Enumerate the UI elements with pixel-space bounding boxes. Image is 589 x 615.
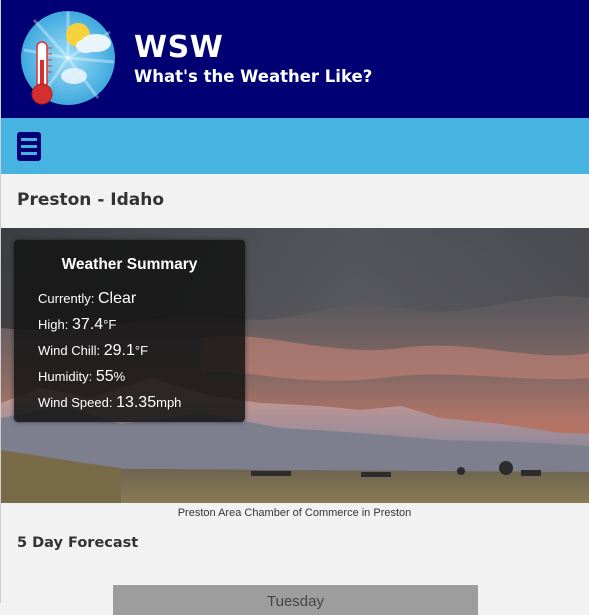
- thermometer-sun-cloud-icon[interactable]: [20, 10, 116, 106]
- location-heading: Preston - Idaho: [17, 190, 165, 210]
- forecast-day-label: Tuesday: [267, 593, 324, 610]
- summary-currently: Currently: Clear: [38, 290, 136, 308]
- humidity-unit: %: [113, 369, 126, 384]
- site-title[interactable]: WSW: [134, 30, 223, 65]
- summary-wind-chill: Wind Chill: 29.1°F: [38, 342, 148, 360]
- summary-title: Weather Summary: [61, 256, 198, 273]
- windchill-label: Wind Chill:: [38, 343, 101, 358]
- high-label: High:: [38, 317, 69, 332]
- hamburger-menu-icon[interactable]: [17, 132, 41, 161]
- site-header: WSW What's the Weather Like?: [1, 0, 589, 118]
- nav-bar: [1, 118, 589, 174]
- windspeed-label: Wind Speed:: [38, 395, 113, 410]
- summary-humidity: Humidity: 55%: [38, 368, 125, 386]
- humidity-value: 55: [95, 368, 114, 385]
- humidity-label: Humidity:: [38, 369, 93, 384]
- summary-wind-speed: Wind Speed: 13.35mph: [38, 394, 181, 412]
- high-value: 37.4: [71, 316, 104, 333]
- windspeed-value: 13.35: [116, 394, 157, 411]
- hero-caption: Preston Area Chamber of Commerce in Pres…: [177, 507, 412, 519]
- currently-value: Clear: [97, 290, 137, 307]
- forecast-day-card[interactable]: Tuesday: [113, 585, 478, 615]
- weather-summary-panel: Weather Summary Currently: Clear High: 3…: [14, 240, 245, 422]
- summary-high: High: 37.4°F: [38, 316, 116, 334]
- windchill-unit: °F: [134, 343, 149, 358]
- site-tagline: What's the Weather Like?: [134, 67, 373, 86]
- forecast-heading: 5 Day Forecast: [17, 535, 139, 551]
- windspeed-unit: mph: [156, 395, 182, 410]
- high-unit: °F: [103, 317, 117, 332]
- windchill-value: 29.1: [103, 342, 135, 359]
- currently-label: Currently:: [38, 291, 95, 306]
